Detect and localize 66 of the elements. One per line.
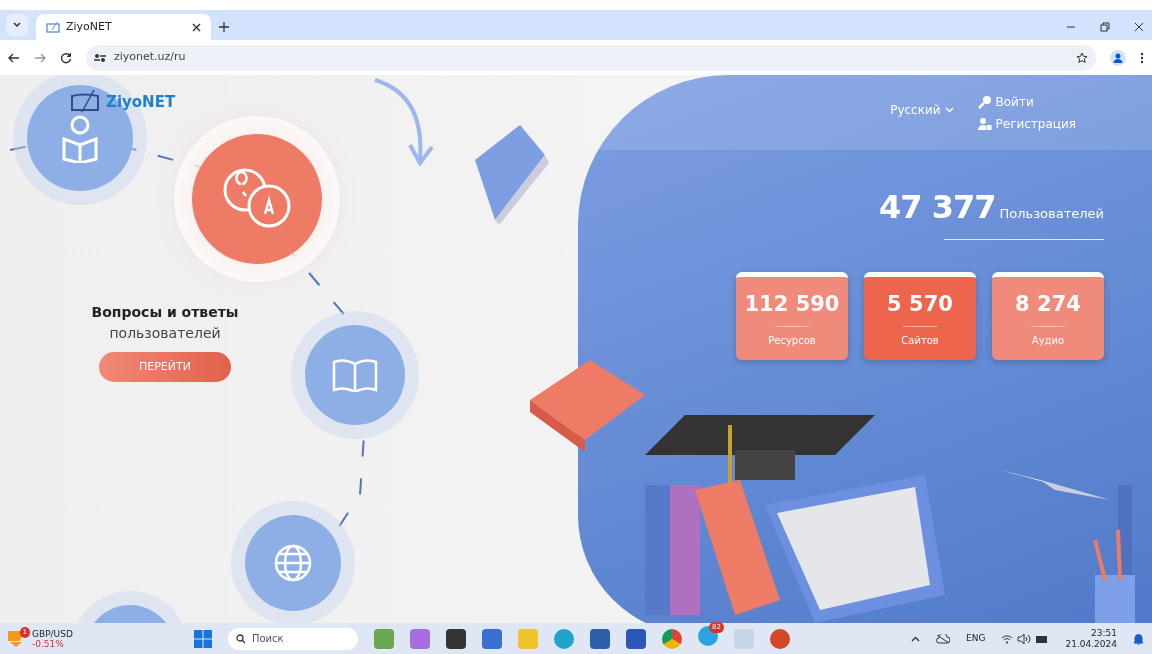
taskbar-app-icon[interactable] (769, 628, 790, 649)
feature-subtitle: пользователей (108, 324, 222, 343)
globe-icon (273, 543, 313, 583)
stat-card[interactable]: 112 590 Ресурсов (736, 272, 848, 360)
url-text: ziyonet.uz/ru (114, 49, 187, 66)
clock-date: 21.04.2024 (1065, 638, 1117, 650)
cloud-off-icon[interactable] (936, 633, 951, 644)
back-arrow-icon[interactable] (8, 52, 20, 63)
ziyonet-logo[interactable]: ZiyoNET (70, 90, 176, 114)
tab-title: ZiyoNET (66, 18, 113, 35)
profile-avatar-icon[interactable] (1110, 49, 1126, 66)
browser-tab[interactable]: ZiyoNET (36, 14, 211, 40)
taskbar-app-icon[interactable] (481, 628, 502, 649)
user-lock-icon (977, 117, 992, 131)
login-link[interactable]: Войти (977, 93, 1076, 111)
input-language[interactable]: ENG (966, 631, 986, 646)
wifi-icon (1001, 633, 1014, 644)
stat-label: Аудио (1031, 334, 1065, 349)
speaker-icon (1017, 633, 1032, 644)
windows-start-icon[interactable] (193, 629, 212, 648)
new-tab-icon[interactable] (219, 22, 229, 32)
stat-value: 8 274 (1015, 290, 1081, 318)
stat-value: 112 590 (744, 290, 840, 318)
restore-icon[interactable] (1100, 22, 1110, 32)
taskbar-app-icon[interactable] (409, 628, 430, 649)
taskbar-app-icon[interactable] (625, 628, 646, 649)
chevron-up-icon[interactable] (911, 635, 921, 642)
close-icon[interactable] (1134, 22, 1144, 32)
stat-card[interactable]: 5 570 Сайтов (864, 272, 976, 360)
language-selector[interactable]: Русский (890, 101, 954, 119)
search-icon (235, 633, 246, 644)
chevron-down-icon (944, 107, 954, 113)
logo-tv-icon (70, 90, 102, 114)
register-link[interactable]: Регистрация (977, 115, 1076, 133)
go-button[interactable]: ПЕРЕЙТИ (99, 352, 231, 382)
site-settings-icon[interactable] (94, 52, 106, 63)
users-label: Пользователей (999, 205, 1104, 223)
stat-value: 5 570 (887, 290, 953, 318)
stat-label: Ресурсов (768, 334, 816, 349)
open-book-icon (332, 358, 378, 392)
address-bar[interactable]: ziyonet.uz/ru (86, 44, 1096, 71)
tv-icon (46, 21, 60, 33)
taskbar-search-field[interactable]: Поиск (227, 627, 358, 650)
reload-icon[interactable] (60, 51, 72, 64)
close-icon[interactable] (192, 22, 201, 32)
stat-card[interactable]: 8 274 Аудио (992, 272, 1104, 360)
users-count: 47 377 (879, 187, 996, 228)
tab-list-button[interactable] (6, 14, 28, 36)
clock-time: 23:51 (1091, 627, 1117, 639)
ticker-change: -0.51% (32, 638, 65, 649)
taskbar-app-icon[interactable] (661, 628, 682, 649)
stat-label: Сайтов (901, 334, 939, 349)
menu-icon[interactable] (1140, 51, 1144, 64)
book-icon-circle[interactable] (305, 325, 405, 425)
stocks-icon (8, 630, 24, 647)
globe-icon-circle[interactable] (245, 515, 341, 611)
feature-title: Вопросы и ответы (90, 303, 240, 322)
forward-arrow-icon[interactable] (34, 52, 46, 63)
battery-icon (1035, 633, 1050, 644)
ticker-symbol: GBP/USD (32, 628, 73, 639)
star-icon[interactable] (1076, 51, 1088, 64)
taskbar-app-icon[interactable] (589, 628, 610, 649)
taskbar-app-icon[interactable] (553, 628, 574, 649)
notification-bell-icon[interactable] (1133, 632, 1144, 645)
chevron-down-icon (13, 22, 21, 28)
system-status-icons[interactable] (1001, 633, 1050, 644)
